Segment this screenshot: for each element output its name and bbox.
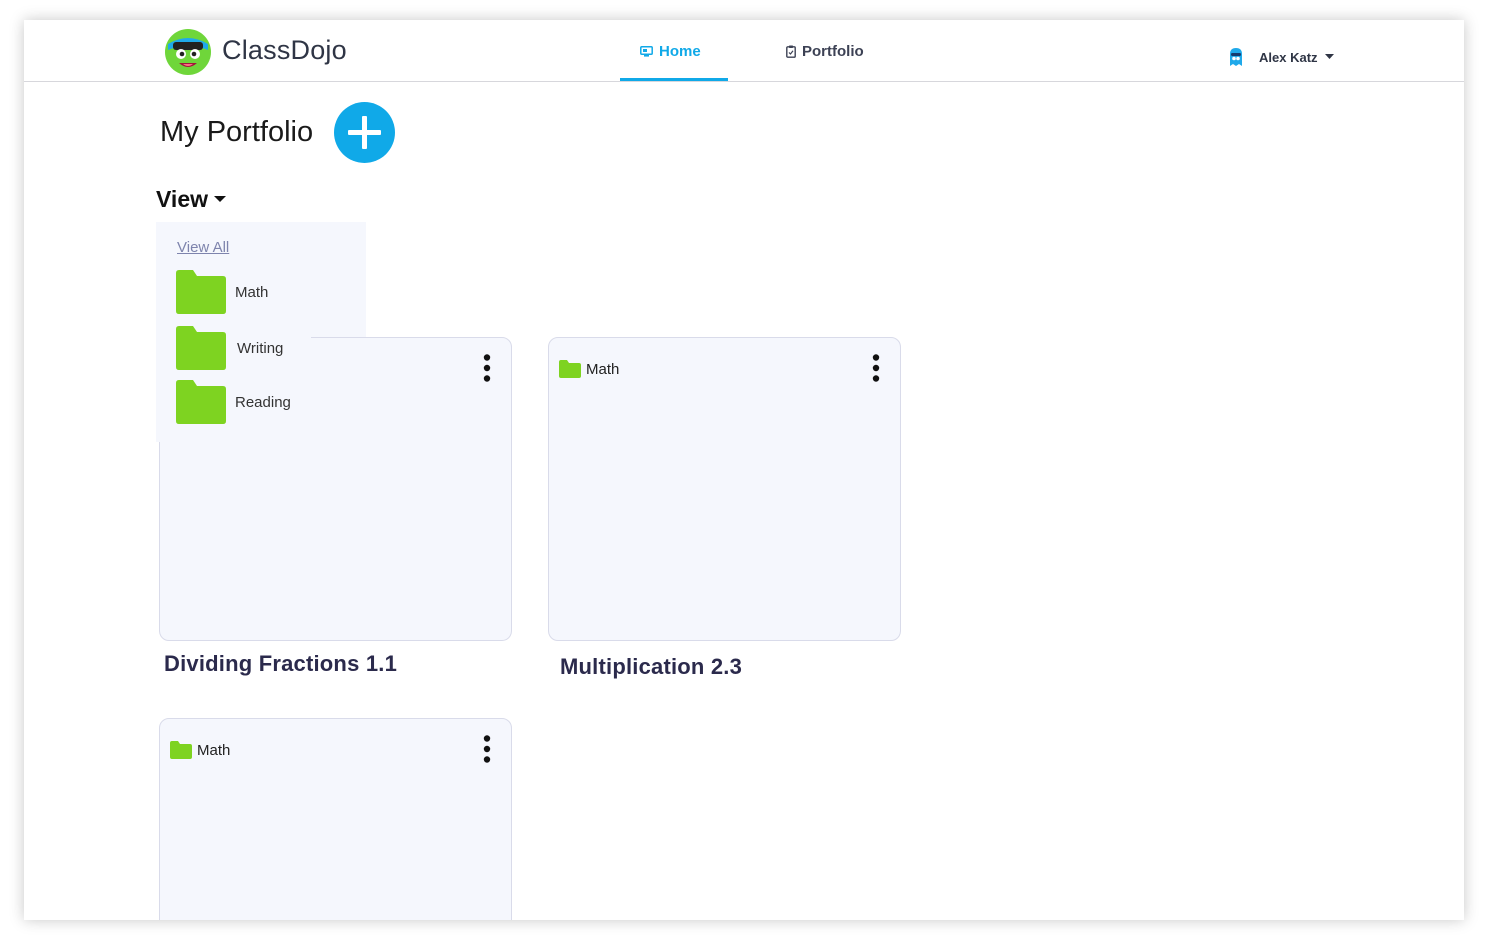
more-options-icon[interactable]: [480, 354, 494, 384]
view-filter-toggle[interactable]: View: [156, 186, 226, 213]
brand-name: ClassDojo: [222, 35, 347, 65]
classdojo-logo-icon[interactable]: [164, 28, 212, 76]
dropdown-item-label: Math: [235, 283, 269, 301]
tab-home-label: Home: [659, 43, 701, 60]
portfolio-card[interactable]: Math: [548, 337, 901, 641]
folder-icon: [176, 380, 226, 424]
folder-icon: [170, 741, 192, 759]
view-filter-dropdown: View All Math Writing Reading: [156, 222, 366, 442]
more-options-icon[interactable]: [480, 735, 494, 765]
active-tab-indicator: [620, 78, 728, 81]
app-window: ClassDojo Home Portfolio Alex Katz My Po…: [24, 20, 1464, 920]
home-screen-icon: [640, 46, 653, 57]
folder-icon: [176, 326, 226, 370]
tab-home[interactable]: Home: [640, 43, 701, 60]
plus-icon: [348, 116, 381, 149]
card-title[interactable]: Dividing Fractions 1.1: [164, 651, 397, 677]
folder-icon: [559, 360, 581, 378]
tab-portfolio-label: Portfolio: [802, 43, 864, 60]
dropdown-item-math[interactable]: Math: [176, 269, 268, 315]
dropdown-item-label: Reading: [235, 393, 291, 411]
folder-icon: [176, 270, 226, 314]
card-folder-tag: Math: [170, 741, 230, 759]
clipboard-icon: [786, 45, 796, 58]
tab-portfolio[interactable]: Portfolio: [786, 43, 864, 60]
user-name: Alex Katz: [1259, 49, 1318, 65]
card-title[interactable]: Multiplication 2.3: [560, 654, 742, 680]
portfolio-card[interactable]: Math: [159, 718, 512, 920]
card-folder-label: Math: [586, 360, 620, 378]
add-portfolio-item-button[interactable]: [334, 102, 395, 163]
more-options-icon[interactable]: [869, 354, 883, 384]
top-nav-bar: ClassDojo Home Portfolio Alex Katz: [24, 20, 1464, 82]
dropdown-item-reading[interactable]: Reading: [176, 379, 291, 425]
dropdown-item-writing[interactable]: Writing: [176, 325, 283, 371]
view-all-link[interactable]: View All: [177, 239, 229, 256]
chevron-down-icon: [1324, 54, 1334, 59]
card-folder-label: Math: [197, 741, 231, 759]
view-filter-label: View: [156, 186, 208, 212]
user-menu[interactable]: Alex Katz: [1226, 46, 1334, 68]
monster-avatar-icon: [1230, 48, 1242, 66]
caret-down-icon: [214, 196, 226, 202]
dropdown-item-label: Writing: [237, 339, 284, 357]
card-folder-tag: Math: [559, 360, 619, 378]
page-title: My Portfolio: [160, 116, 314, 148]
